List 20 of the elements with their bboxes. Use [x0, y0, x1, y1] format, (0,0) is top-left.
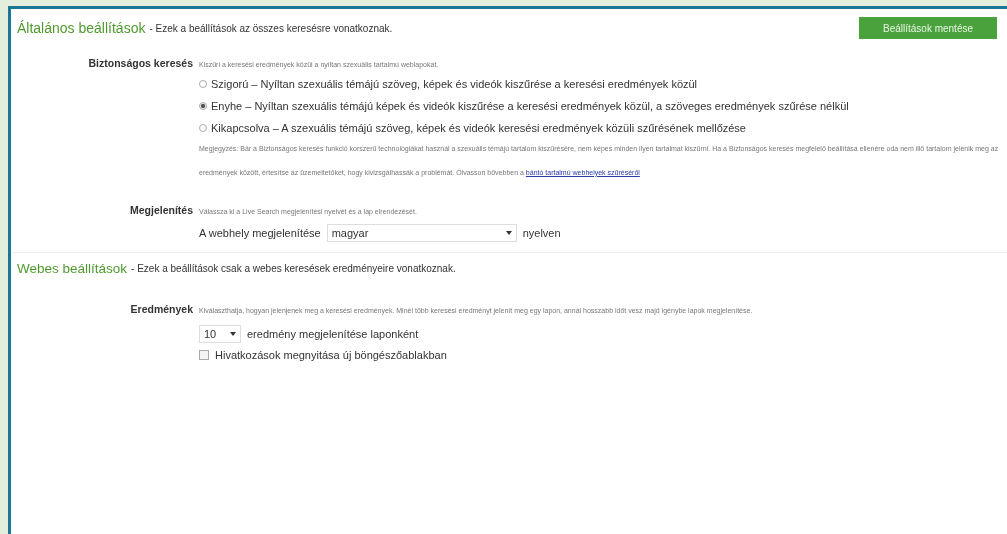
setting-label: Biztonságos keresés — [87, 57, 193, 69]
language-select[interactable]: magyar — [326, 224, 517, 242]
section-subtitle: - Ezek a beállítások az összes keresésre vonatkoznak. — [149, 22, 393, 34]
option-label: Szigorú – Nyíltan szexuális témájú szöveg, képek és videók kiszűrése a keresési eredmények közül — [211, 78, 698, 91]
option-label: Kikapcsolva – A szexuális témájú szöveg, képek és videók keresési eredmények közüli szűrésének mellőzése — [211, 122, 746, 135]
checkbox-label: Hivatkozások megnyitása új böngészőablakban — [215, 349, 447, 361]
radio-button[interactable] — [199, 102, 207, 110]
section-title: Webes beállítások — [17, 261, 128, 276]
section-title: Általános beállítások — [17, 20, 146, 36]
language-prefix: A webhely megjelenítése — [199, 227, 321, 239]
setting-label: Megjelenítés — [128, 204, 193, 216]
section-subtitle: - Ezek a beállítások csak a webes keresések eredményeire vonatkoznak. — [131, 263, 456, 274]
language-suffix: nyelven — [522, 227, 561, 239]
results-count-select[interactable]: 10 — [199, 325, 241, 343]
caret-icon — [230, 332, 236, 336]
setting-label: Eredmények — [129, 303, 193, 315]
option-label: Enyhe – Nyíltan szexuális témájú képek és videók kiszűrése a keresési eredmények közül, a szöveges eredmények szűrése nélkül — [211, 100, 849, 113]
checkbox[interactable] — [199, 350, 209, 360]
results-count-label: eredmény megjelenítése laponként — [247, 328, 419, 340]
caret-icon — [505, 231, 512, 235]
